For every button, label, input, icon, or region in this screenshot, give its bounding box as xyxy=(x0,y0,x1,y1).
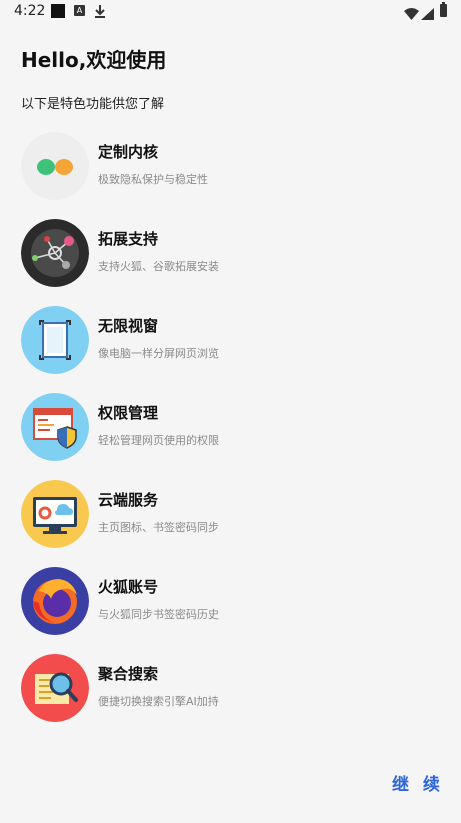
wifi-icon xyxy=(404,5,419,24)
feature-desc: 与火狐同步书签密码历史 xyxy=(98,608,219,621)
custom-kernel-icon xyxy=(21,132,89,200)
battery-icon xyxy=(440,2,447,17)
feature-desc: 支持火狐、谷歌拓展安装 xyxy=(98,260,219,273)
feature-item-custom-kernel: 定制内核 极致隐私保护与稳定性 xyxy=(0,128,461,215)
permission-icon xyxy=(21,393,89,461)
feature-name: 定制内核 xyxy=(98,143,159,161)
a-badge-icon: A xyxy=(74,5,85,16)
feature-desc: 轻松管理网页使用的权限 xyxy=(98,434,219,447)
search-aggregate-icon xyxy=(21,654,89,722)
extension-icon xyxy=(21,219,89,287)
feature-item-search-aggregate: 聚合搜索 便捷切换搜索引擎AI加持 xyxy=(0,650,461,737)
firefox-icon xyxy=(21,567,89,635)
cloud-service-icon xyxy=(21,480,89,548)
feature-desc: 便捷切换搜索引擎AI加持 xyxy=(98,695,219,708)
feature-item-permission: 权限管理 轻松管理网页使用的权限 xyxy=(0,389,461,476)
status-bar: 4:22 A xyxy=(0,0,461,24)
feature-item-window: 无限视窗 像电脑一样分屏网页浏览 xyxy=(0,302,461,389)
signal-icon xyxy=(421,5,434,24)
feature-desc: 极致隐私保护与稳定性 xyxy=(98,173,208,186)
page-subtitle: 以下是特色功能供您了解 xyxy=(21,97,165,112)
window-icon xyxy=(21,306,89,374)
feature-name: 无限视窗 xyxy=(98,317,159,335)
continue-button[interactable]: 继 续 xyxy=(392,770,444,795)
feature-desc: 主页图标、书签密码同步 xyxy=(98,521,219,534)
feature-list: 定制内核 极致隐私保护与稳定性 拓展支持 支持火狐、谷歌拓展安装 无限视窗 像电… xyxy=(0,128,461,737)
page-title: Hello,欢迎使用 xyxy=(21,48,167,72)
status-time: 4:22 xyxy=(14,3,46,19)
feature-item-extension: 拓展支持 支持火狐、谷歌拓展安装 xyxy=(0,215,461,302)
feature-name: 拓展支持 xyxy=(98,230,159,248)
download-icon xyxy=(94,3,106,22)
app-notification-icon xyxy=(51,4,65,18)
feature-name: 聚合搜索 xyxy=(98,665,159,683)
feature-name: 权限管理 xyxy=(98,404,159,422)
feature-name: 火狐账号 xyxy=(98,578,159,596)
feature-desc: 像电脑一样分屏网页浏览 xyxy=(98,347,219,360)
feature-item-cloud-service: 云端服务 主页图标、书签密码同步 xyxy=(0,476,461,563)
feature-item-firefox: 火狐账号 与火狐同步书签密码历史 xyxy=(0,563,461,650)
feature-name: 云端服务 xyxy=(98,491,159,509)
